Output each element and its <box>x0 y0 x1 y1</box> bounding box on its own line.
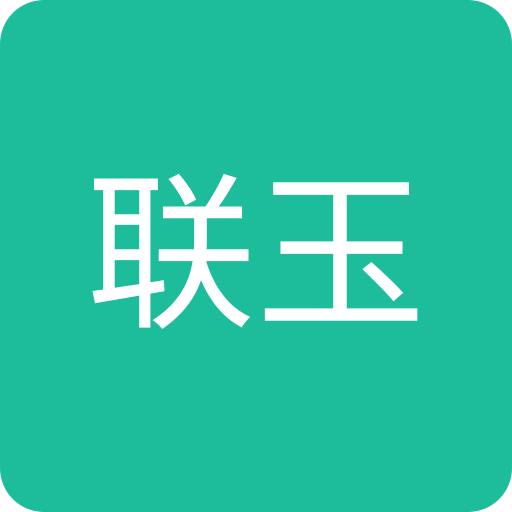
app-icon[interactable]: 联玉 <box>0 0 512 512</box>
app-icon-label: 联玉 <box>85 157 426 355</box>
